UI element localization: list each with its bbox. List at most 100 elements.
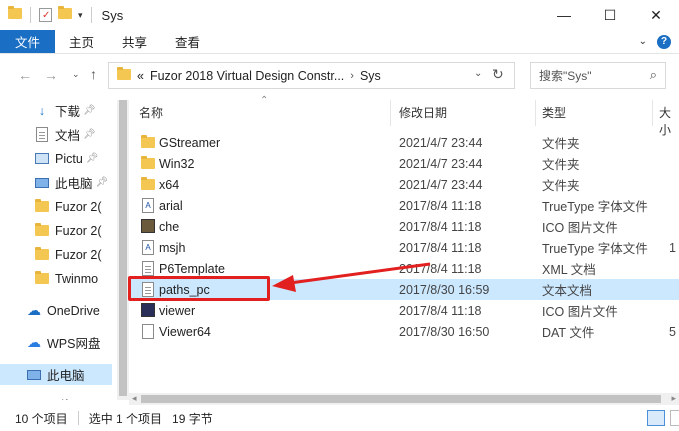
table-row[interactable]: x64 2021/4/7 23:44 文件夹 (129, 174, 679, 195)
sidebar-item-fuzor-2[interactable]: Fuzor 2( (0, 220, 112, 241)
sidebar-item-this-pc-pinned[interactable]: 此电脑 📌︎ (0, 172, 112, 193)
table-row[interactable]: Win32 2021/4/7 23:44 文件夹 (129, 153, 679, 174)
sidebar-item-onedrive[interactable]: ☁ OneDrive (0, 300, 112, 321)
file-name: msjh (159, 240, 186, 255)
tab-file[interactable]: 文件 (0, 30, 56, 53)
pictures-icon (34, 151, 50, 167)
sidebar-item-this-pc[interactable]: 此电脑 (0, 364, 112, 385)
address-bar[interactable]: « Fuzor 2018 Virtual Design Constr... › … (108, 62, 515, 89)
table-row[interactable]: A msjh 2017/8/4 11:18 TrueType 字体文件 1 (129, 237, 679, 258)
breadcrumb-overflow[interactable]: « (137, 69, 144, 83)
download-icon: ↓ (38, 103, 46, 118)
table-row[interactable]: viewer 2017/8/4 11:18 ICO 图片文件 (129, 300, 679, 321)
chevron-down-icon[interactable]: ⌄ (474, 68, 482, 79)
horizontal-scrollbar[interactable]: ◂ ▸ (129, 393, 679, 405)
sidebar-item-label: Pictu (55, 151, 83, 166)
file-date: 2021/4/7 23:44 (399, 177, 483, 192)
sidebar-item-pictures[interactable]: Pictu 📌︎ (0, 148, 112, 169)
cloud-icon: ☁ (27, 334, 41, 350)
customize-chevron-icon[interactable]: ▾ (78, 10, 83, 21)
column-divider[interactable] (652, 100, 653, 126)
title-bar: ✓ ▾ Sys — ☐ ✕ (0, 0, 679, 30)
tab-view[interactable]: 查看 (161, 30, 214, 53)
table-row[interactable]: GStreamer 2021/4/7 23:44 文件夹 (129, 132, 679, 153)
breadcrumb-fuzor[interactable]: Fuzor 2018 Virtual Design Constr... (150, 69, 344, 83)
pin-icon: 📌︎ (83, 129, 96, 140)
chevron-right-icon[interactable]: › (350, 70, 354, 82)
properties-icon[interactable]: ✓ (39, 8, 52, 22)
sidebar-item-downloads[interactable]: ↓ 下载 📌︎ (0, 100, 112, 121)
column-header-type[interactable]: 类型 (542, 104, 566, 121)
table-row[interactable]: A arial 2017/8/4 11:18 TrueType 字体文件 (129, 195, 679, 216)
file-list: ⌃ 名称 修改日期 类型 大小 GStreamer 2021/4/7 23:44… (129, 95, 679, 400)
sidebar-item-label: Fuzor 2( (55, 247, 102, 262)
image-icon (140, 218, 156, 234)
sidebar-item-documents[interactable]: 文档 📌︎ (0, 124, 112, 145)
sidebar-item-wps[interactable]: ☁ WPS网盘 (0, 332, 112, 353)
sidebar-item-label: 网络 (47, 395, 72, 400)
scroll-right-icon[interactable]: ▸ (671, 393, 676, 404)
folder-icon (34, 271, 50, 287)
image-icon (140, 302, 156, 318)
selected-count: 选中 1 个项目 (88, 411, 163, 426)
file-type: TrueType 字体文件 (542, 242, 648, 256)
sidebar-item-fuzor-3[interactable]: Fuzor 2( (0, 244, 112, 265)
forward-arrow-icon[interactable]: → (44, 67, 58, 83)
help-icon[interactable]: ? (657, 34, 671, 49)
chevron-down-icon[interactable]: ⌄ (639, 36, 647, 47)
column-header-name[interactable]: 名称 (139, 104, 163, 121)
column-header-date[interactable]: 修改日期 (399, 104, 447, 121)
refresh-icon[interactable]: ↻ (492, 66, 504, 83)
up-arrow-icon[interactable]: ↑ (90, 66, 97, 82)
sidebar-item-label: 文档 (55, 129, 81, 143)
sidebar-item-label: Fuzor 2( (55, 223, 102, 238)
file-name: x64 (159, 177, 180, 192)
sort-ascending-icon: ⌃ (260, 95, 269, 106)
pin-icon: 📌︎ (83, 105, 96, 116)
folder-icon (34, 199, 50, 215)
file-name: Viewer64 (159, 324, 211, 339)
folder-icon[interactable] (8, 6, 22, 22)
table-row[interactable]: che 2017/8/4 11:18 ICO 图片文件 (129, 216, 679, 237)
large-icons-view-icon[interactable] (670, 410, 679, 426)
sidebar-item-twinmotion[interactable]: Twinmo (0, 268, 112, 289)
search-input[interactable]: 搜索"Sys" ⌕ (530, 62, 666, 89)
file-size: 5 (669, 324, 676, 339)
selected-size: 19 字节 (172, 411, 213, 426)
sidebar-item-label: OneDrive (47, 303, 100, 318)
scroll-left-icon[interactable]: ◂ (132, 393, 137, 404)
quick-access-toolbar: ✓ ▾ (0, 0, 94, 30)
column-divider[interactable] (535, 100, 536, 126)
pin-icon: 📌︎ (85, 153, 99, 164)
scrollbar-thumb[interactable] (119, 100, 127, 396)
sidebar-item-label: Fuzor 2( (55, 199, 102, 214)
table-row[interactable]: Viewer64 2017/8/30 16:50 DAT 文件 5 (129, 321, 679, 342)
file-name: viewer (159, 303, 196, 318)
new-folder-icon[interactable] (58, 6, 72, 22)
recent-chevron-icon[interactable]: ⌄ (72, 69, 80, 80)
breadcrumb-sys[interactable]: Sys (360, 69, 381, 83)
navigation-pane: ↓ 下载 📌︎ 文档 📌︎ Pictu 📌︎ 此电脑 📌︎ Fuzor 2( F… (0, 100, 117, 400)
back-arrow-icon[interactable]: ← (18, 67, 32, 83)
folder-icon (117, 66, 131, 83)
sidebar-item-label: 下载 (55, 105, 81, 119)
divider (90, 7, 92, 23)
minimize-button[interactable]: — (541, 0, 587, 30)
file-icon (140, 323, 156, 339)
status-bar: 10 个项目 选中 1 个项目 19 字节 (0, 405, 679, 431)
close-button[interactable]: ✕ (633, 0, 679, 30)
tab-share[interactable]: 共享 (108, 30, 161, 53)
tab-home[interactable]: 主页 (55, 30, 108, 53)
sidebar-scrollbar[interactable] (117, 100, 129, 400)
folder-icon (140, 155, 156, 171)
file-date: 2017/8/4 11:18 (399, 219, 482, 234)
highlight-box (128, 276, 270, 301)
file-date: 2017/8/4 11:18 (399, 198, 482, 213)
file-type: 文本文档 (542, 284, 593, 298)
sidebar-item-network[interactable]: 网络 (0, 394, 112, 400)
scrollbar-thumb[interactable] (141, 395, 661, 403)
column-divider[interactable] (390, 100, 391, 126)
details-view-icon[interactable] (647, 410, 665, 426)
maximize-button[interactable]: ☐ (587, 0, 633, 30)
sidebar-item-fuzor-1[interactable]: Fuzor 2( (0, 196, 112, 217)
